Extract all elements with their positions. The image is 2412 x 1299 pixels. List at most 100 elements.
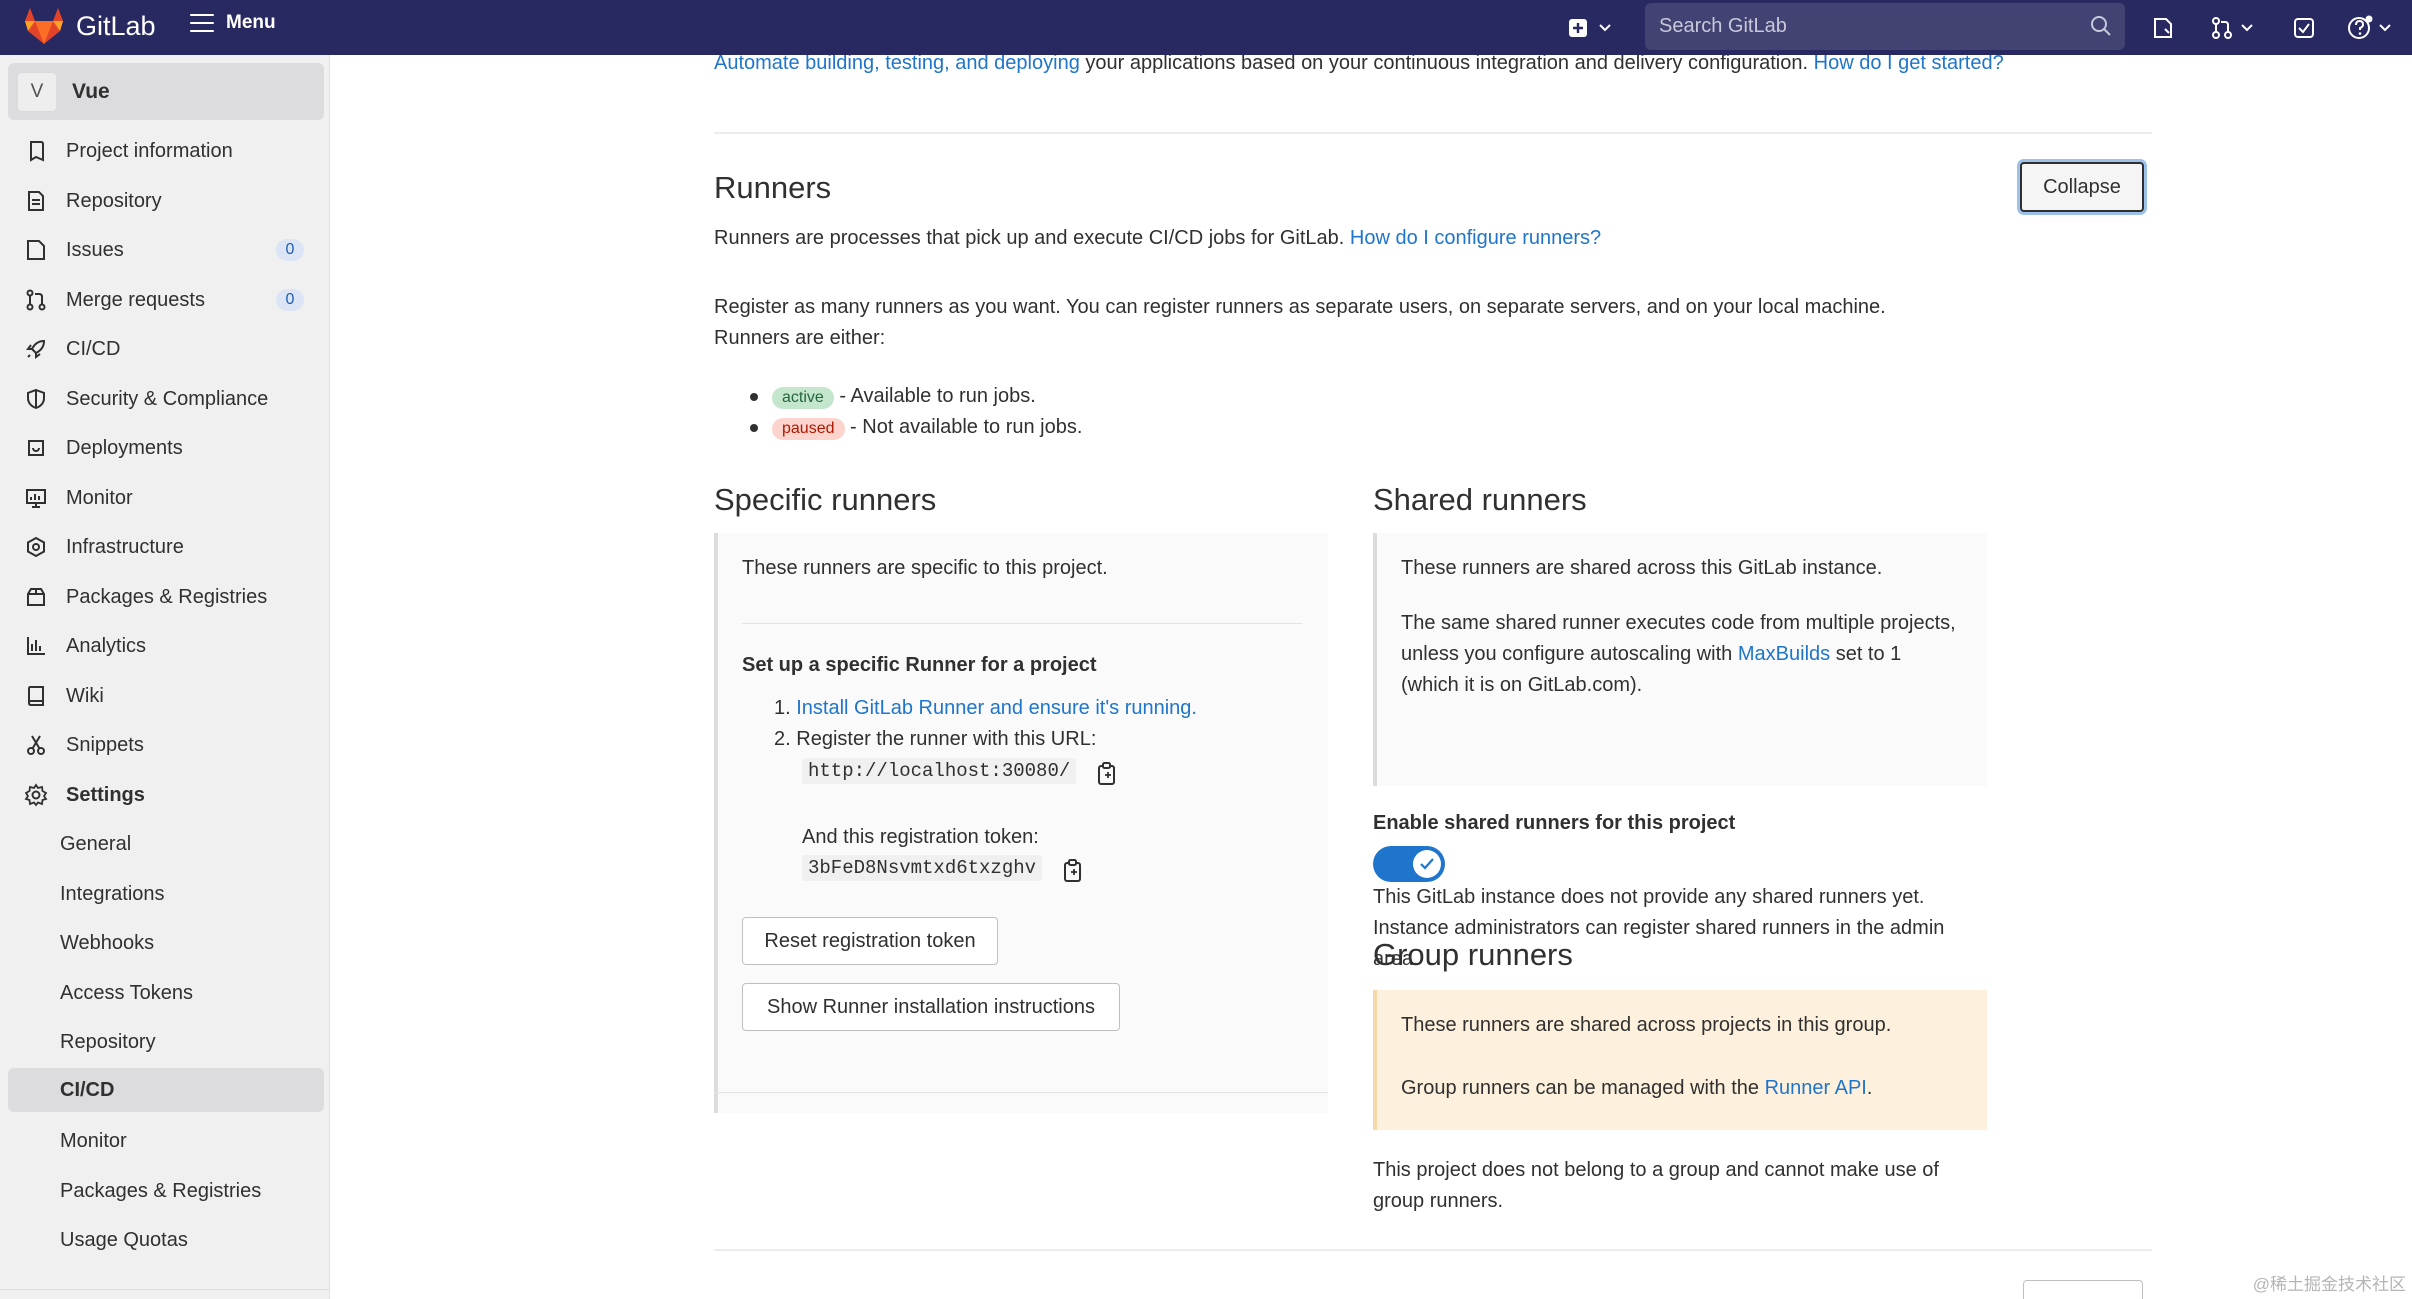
sidebar-item-security-compliance[interactable]: Security & Compliance <box>8 377 324 421</box>
gitlab-logo[interactable]: GitLab <box>24 7 156 45</box>
sidebar-item-label: Infrastructure <box>66 535 184 558</box>
sidebar-bottom-divider <box>0 1289 330 1299</box>
copy-icon <box>1098 762 1115 785</box>
sidebar-item-issues[interactable]: Issues 0 <box>8 228 324 272</box>
settings-sub-repository[interactable]: Repository <box>8 1020 324 1064</box>
sidebar-item-snippets[interactable]: Snippets <box>8 723 324 767</box>
sidebar-item-label: Deployments <box>66 436 183 459</box>
runner-api-link[interactable]: Runner API <box>1765 1077 1867 1099</box>
group-runners-panel: These runners are shared across projects… <box>1373 990 1987 1130</box>
toggle-knob <box>1413 850 1441 878</box>
tanuki-icon <box>25 8 63 44</box>
runners-either-text: Runners are either: <box>714 327 886 349</box>
sidebar-item-wiki[interactable]: Wiki <box>8 674 324 718</box>
rocket-icon <box>22 335 50 363</box>
sidebar-item-cicd[interactable]: CI/CD <box>8 327 324 371</box>
sidebar-item-label: Repository <box>66 189 162 212</box>
group-runners-description: These runners are shared across projects… <box>1401 1014 1892 1036</box>
get-started-link[interactable]: How do I get started? <box>1814 55 2004 74</box>
help-nav-button[interactable] <box>2344 12 2376 44</box>
copy-token-button[interactable] <box>1062 858 1084 884</box>
configure-runners-link[interactable]: How do I configure runners? <box>1350 227 1601 249</box>
next-section-button[interactable] <box>2023 1280 2143 1299</box>
runner-url[interactable]: http://localhost:30080/ <box>802 755 1077 787</box>
sidebar-item-label: CI/CD <box>66 337 121 360</box>
sidebar-item-label: Snippets <box>66 733 144 756</box>
general-pipelines-description: Automate building, testing, and deployin… <box>714 55 2314 79</box>
issues-icon <box>2154 18 2172 38</box>
registration-token-code: 3bFeD8Nsvmtxd6txzghv <box>802 855 1043 881</box>
specific-runners-description: These runners are specific to this proje… <box>742 557 1108 579</box>
todo-check-icon <box>2294 18 2314 38</box>
sidebar-item-label: Wiki <box>66 684 104 707</box>
merge-requests-count-badge: 0 <box>276 289 304 311</box>
chevron-down-icon <box>2241 24 2253 32</box>
settings-sub-usage-quotas[interactable]: Usage Quotas <box>8 1218 324 1262</box>
sidebar-item-label: Security & Compliance <box>66 387 269 410</box>
help-icon <box>2348 15 2373 39</box>
copy-icon <box>1064 859 1081 882</box>
settings-sub-integrations[interactable]: Integrations <box>8 872 324 916</box>
settings-sub-webhooks[interactable]: Webhooks <box>8 921 324 965</box>
merge-requests-dropdown[interactable] <box>2238 14 2256 42</box>
merge-requests-nav-button[interactable] <box>2206 12 2238 44</box>
setup-step-1: 1. Install GitLab Runner and ensure it's… <box>774 697 1197 719</box>
install-runner-link[interactable]: Install GitLab Runner and ensure it's ru… <box>796 697 1197 719</box>
brand-name: GitLab <box>76 10 156 41</box>
enable-shared-runners-toggle[interactable] <box>1373 846 1445 882</box>
sidebar-item-label: Project information <box>66 139 233 162</box>
package-icon <box>22 583 50 611</box>
settings-sub-access-tokens[interactable]: Access Tokens <box>8 971 324 1015</box>
sidebar-project-header[interactable]: V Vue <box>8 63 324 120</box>
sidebar-item-project-information[interactable]: Project information <box>8 129 324 173</box>
menu-label: Menu <box>226 12 276 33</box>
sidebar-item-analytics[interactable]: Analytics <box>8 624 324 668</box>
plus-square-icon <box>1569 19 1587 37</box>
reset-registration-token-button[interactable]: Reset registration token <box>742 917 998 965</box>
settings-sub-cicd[interactable]: CI/CD <box>8 1068 324 1112</box>
search-input[interactable] <box>1645 15 2065 38</box>
paused-badge: paused <box>772 418 845 440</box>
collapse-button[interactable]: Collapse <box>2020 162 2144 212</box>
group-runners-api-text: Group runners can be managed with the Ru… <box>1401 1077 1873 1099</box>
sidebar-item-merge-requests[interactable]: Merge requests 0 <box>8 278 324 322</box>
copy-url-button[interactable] <box>1096 761 1118 787</box>
search-icon <box>2091 16 2111 36</box>
sidebar-item-infrastructure[interactable]: Infrastructure <box>8 525 324 569</box>
registration-token[interactable]: 3bFeD8Nsvmtxd6txzghv <box>802 852 1043 884</box>
maxbuilds-link[interactable]: MaxBuilds <box>1738 643 1830 665</box>
sidebar-item-repository[interactable]: Repository <box>8 179 324 223</box>
help-dropdown[interactable] <box>2376 14 2394 42</box>
sidebar-item-settings[interactable]: Settings <box>8 773 324 817</box>
sidebar-item-label: Merge requests <box>66 288 205 311</box>
runners-description: Runners are processes that pick up and e… <box>714 227 1602 249</box>
show-runner-installation-button[interactable]: Show Runner installation instructions <box>742 983 1120 1031</box>
top-navbar: GitLab Menu <box>0 0 2412 55</box>
deployments-icon <box>22 434 50 462</box>
settings-sub-monitor[interactable]: Monitor <box>8 1119 324 1163</box>
menu-button[interactable]: Menu <box>190 12 276 34</box>
bullet <box>750 392 758 401</box>
group-runners-title: Group runners <box>1373 937 1573 972</box>
specific-runners-footer-divider <box>714 1092 1328 1093</box>
project-name: Vue <box>72 79 110 103</box>
new-item-button[interactable] <box>1562 12 1594 44</box>
new-item-dropdown[interactable] <box>1596 14 1614 42</box>
search-box[interactable] <box>1645 3 2125 50</box>
sidebar-item-packages-registries[interactable]: Packages & Registries <box>8 575 324 619</box>
bullet <box>750 423 758 432</box>
settings-sub-general[interactable]: General <box>8 822 324 866</box>
chevron-down-icon <box>2379 24 2391 32</box>
gear-icon <box>22 781 50 809</box>
section-divider <box>714 1249 2152 1251</box>
shared-runners-title: Shared runners <box>1373 482 1587 517</box>
issues-nav-button[interactable] <box>2147 12 2179 44</box>
auto-devops-link[interactable]: Automate building, testing, and deployin… <box>714 55 1080 74</box>
sidebar-item-monitor[interactable]: Monitor <box>8 476 324 520</box>
merge-request-icon <box>22 286 50 314</box>
settings-sub-packages-registries[interactable]: Packages & Registries <box>8 1169 324 1213</box>
issues-count-badge: 0 <box>276 239 304 261</box>
specific-runners-panel: These runners are specific to this proje… <box>714 533 1328 1113</box>
sidebar-item-deployments[interactable]: Deployments <box>8 426 324 470</box>
todos-nav-button[interactable] <box>2288 12 2320 44</box>
